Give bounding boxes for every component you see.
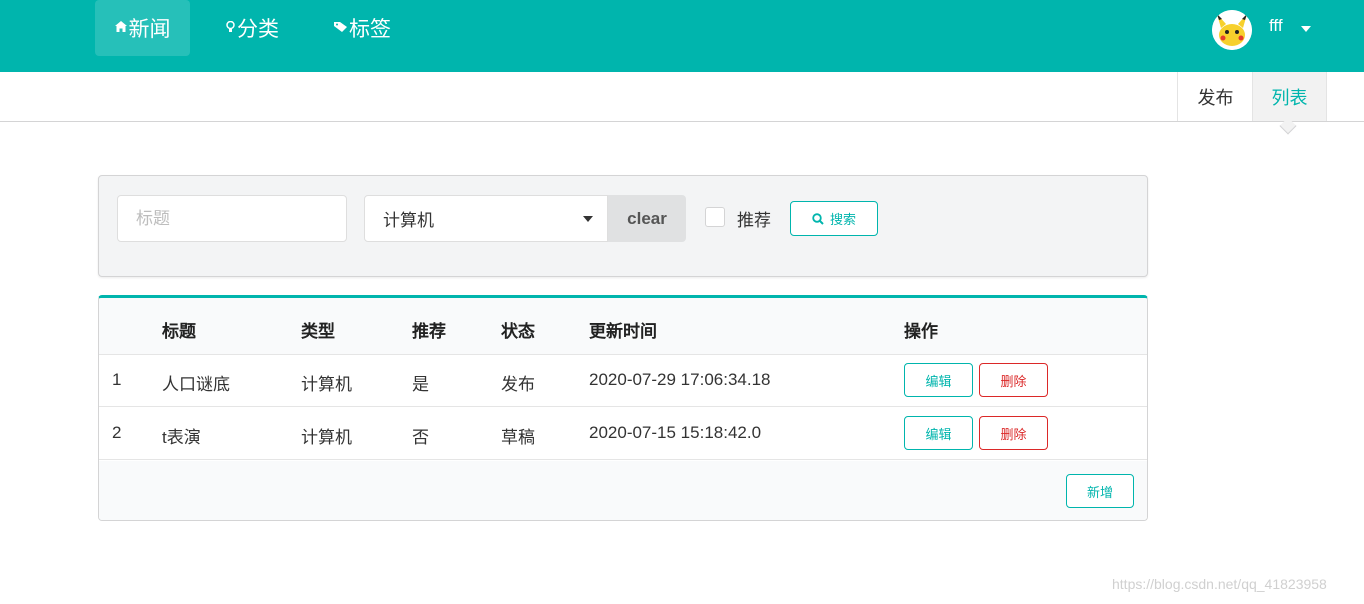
row-updated: 2020-07-29 17:06:34.18 <box>589 370 771 389</box>
idea-icon <box>226 20 235 36</box>
tab-list[interactable]: 列表 <box>1252 72 1327 121</box>
nav-item-news[interactable]: 新闻 <box>95 0 190 56</box>
row-type: 计算机 <box>301 375 352 394</box>
nav-label-news: 新闻 <box>128 18 171 41</box>
table-row: 1 人口谜底 计算机 是 发布 2020-07-29 17:06:34.18 编… <box>99 355 1147 407</box>
type-select-value: 计算机 <box>383 211 434 230</box>
header-status: 状态 <box>501 322 535 341</box>
row-recommend: 是 <box>412 375 429 394</box>
row-status: 发布 <box>501 375 535 394</box>
header-actions: 操作 <box>904 322 938 341</box>
search-icon <box>812 212 824 225</box>
delete-button[interactable]: 删除 <box>979 363 1048 397</box>
edit-button[interactable]: 编辑 <box>904 416 973 450</box>
nav-label-tags: 标签 <box>349 18 391 41</box>
add-button[interactable]: 新增 <box>1066 474 1134 508</box>
row-title: 人口谜底 <box>162 375 230 394</box>
dropdown-icon <box>583 216 593 222</box>
header-title: 标题 <box>162 322 196 341</box>
header-recommend: 推荐 <box>412 322 446 341</box>
search-button-label: 搜索 <box>829 212 856 227</box>
nav-label-category: 分类 <box>237 18 279 41</box>
table-header: 标题 类型 推荐 状态 更新时间 操作 <box>99 298 1147 355</box>
home-icon <box>114 21 127 35</box>
sub-menu: 发布 列表 <box>0 72 1364 122</box>
clear-button[interactable]: clear <box>608 195 686 242</box>
recommend-label: 推荐 <box>737 211 771 230</box>
row-index: 1 <box>112 370 122 389</box>
row-index: 2 <box>112 423 122 442</box>
top-navbar: 新闻 分类 标签 fff <box>0 0 1364 72</box>
search-button[interactable]: 搜索 <box>790 201 878 236</box>
header-type: 类型 <box>301 322 335 341</box>
recommend-checkbox[interactable] <box>705 207 725 227</box>
edit-button[interactable]: 编辑 <box>904 363 973 397</box>
row-title: t表演 <box>162 428 201 447</box>
search-form: 计算机 clear 推荐 搜索 <box>98 175 1148 277</box>
table-footer: 新增 <box>99 461 1147 520</box>
watermark: https://blog.csdn.net/qq_41823958 <box>1112 576 1327 592</box>
nav-item-tags[interactable]: 标签 <box>334 0 391 56</box>
caret-down-icon[interactable] <box>1301 26 1311 32</box>
news-table: 标题 类型 推荐 状态 更新时间 操作 1 人口谜底 计算机 是 发布 2020… <box>98 295 1148 521</box>
table-row: 2 t表演 计算机 否 草稿 2020-07-15 15:18:42.0 编辑 … <box>99 408 1147 460</box>
type-select[interactable]: 计算机 <box>364 195 608 242</box>
nav-item-category[interactable]: 分类 <box>226 0 279 56</box>
username[interactable]: fff <box>1269 16 1283 36</box>
row-recommend: 否 <box>412 428 429 447</box>
tag-icon <box>334 21 347 35</box>
tab-publish[interactable]: 发布 <box>1177 72 1253 121</box>
title-search-input[interactable] <box>117 195 347 242</box>
header-updated: 更新时间 <box>589 322 657 341</box>
avatar[interactable] <box>1212 10 1252 50</box>
row-type: 计算机 <box>301 428 352 447</box>
delete-button[interactable]: 删除 <box>979 416 1048 450</box>
row-status: 草稿 <box>501 428 535 447</box>
row-updated: 2020-07-15 15:18:42.0 <box>589 423 762 442</box>
